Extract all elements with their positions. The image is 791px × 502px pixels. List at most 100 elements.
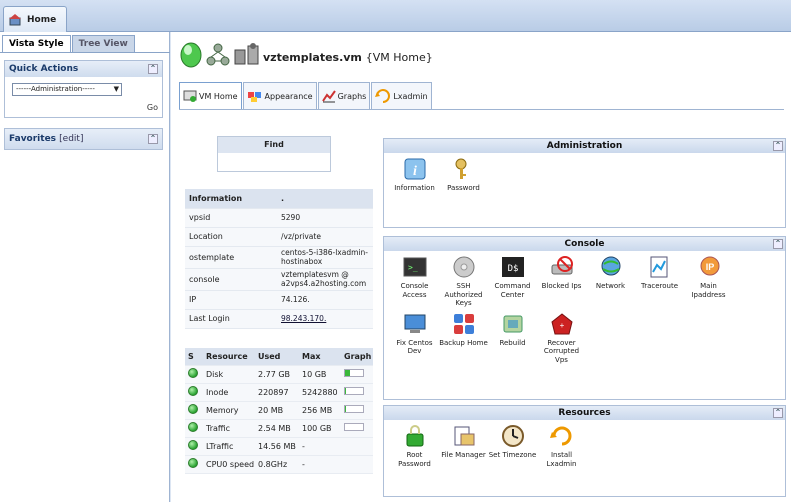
command-center-button[interactable]: D$ Command Center [488,255,537,308]
tab-tree-view[interactable]: Tree View [71,35,135,52]
ssh-authorized-keys-button[interactable]: SSH Authorized Keys [439,255,488,308]
resource-used: 0.8GHz [255,455,299,474]
install-lxadmin-button[interactable]: Install Lxadmin [537,424,586,468]
resource-graph [341,437,373,456]
usage-bar [344,423,364,431]
resource-max: - [299,455,341,474]
home-tab-label: Home [27,15,57,25]
backup-home-button[interactable]: Backup Home [439,312,488,365]
sidebar-tab-divider [0,52,170,53]
server-cluster-icon [234,43,259,65]
collapse-icon[interactable]: ⌃ [773,239,783,249]
resource-usage-table: S Resource Used Max Graph Disk 2.77 GB 10 … [185,348,373,474]
tab-label: Appearance [264,91,313,101]
console-items: >_ Console Access SSH Authorized Keys D$ Com… [384,251,785,372]
table-row: Memory 20 MB 256 MB [185,401,373,420]
item-label: Password [447,184,480,192]
network-icon [599,255,623,279]
tab-graphs[interactable]: Graphs [317,82,371,109]
main-ipaddress-button[interactable]: IP Main Ipaddress [684,255,733,308]
collapse-icon[interactable]: ⌃ [773,408,783,418]
table-row: Location/vz/private [185,227,373,247]
favorites-header: Favorites [edit] ⌃ [5,129,162,149]
table-header-row: Information . [185,189,373,209]
go-button[interactable]: Go [147,103,158,112]
item-label: Information [394,184,435,192]
quick-actions-box: Quick Actions ⌃ ------Administration----… [4,60,163,118]
fix-centos-dev-button[interactable]: Fix Centos Dev [390,312,439,365]
information-button[interactable]: i Information [390,157,439,193]
rebuild-button[interactable]: Rebuild [488,312,537,365]
root-password-button[interactable]: Root Password [390,424,439,468]
resource-name: Inode [203,383,255,402]
set-timezone-button[interactable]: Set Timezone [488,424,537,468]
status-ok-icon [188,404,198,414]
resource-max: 10 GB [299,365,341,384]
status-cell [185,401,203,420]
rebuild-icon [501,312,525,336]
graphs-icon [321,90,336,103]
page-title: vztemplates.vm {VM Home} [263,51,433,64]
resource-graph [341,401,373,420]
status-cell [185,455,203,474]
find-input[interactable] [218,153,330,171]
usage-bar [344,405,364,413]
set-timezone-icon [501,424,525,448]
console-panel: Console ⌃ >_ Console Access SSH Authorized… [383,236,786,400]
table-row: Last Login 98.243.170. [185,309,373,329]
status-ok-icon [188,422,198,432]
info-label: vpsid [185,208,277,228]
network-button[interactable]: Network [586,255,635,308]
file-manager-button[interactable]: File Manager [439,424,488,468]
favorites-box: Favorites [edit] ⌃ [4,128,163,150]
file-manager-icon [452,424,476,448]
tab-label: Graphs [337,91,367,101]
console-access-button[interactable]: >_ Console Access [390,255,439,308]
table-row: Inode 220897 5242880 [185,383,373,402]
root-password-icon [403,424,427,448]
tab-lxadmin[interactable]: Lxadmin [371,82,432,109]
panel-header: Console ⌃ [384,237,785,251]
svg-text:IP: IP [705,262,714,272]
information-icon: i [403,157,427,181]
item-label: Fix Centos Dev [396,338,433,356]
resource-used: 20 MB [255,401,299,420]
item-label: Install Lxadmin [546,451,577,468]
resource-graph [341,455,373,474]
info-label: IP [185,290,277,310]
vm-home-icon [183,90,197,102]
collapse-icon[interactable]: ⌃ [148,134,158,144]
status-cell [185,383,203,402]
collapse-icon[interactable]: ⌃ [148,64,158,74]
appearance-icon [247,92,261,102]
main-ipaddress-icon: IP [697,255,721,279]
item-label: Traceroute [640,282,679,290]
tab-appearance[interactable]: Appearance [242,82,317,109]
resource-used: 2.54 MB [255,419,299,438]
top-bar: Home [0,0,791,33]
info-value: vztemplatesvm @ a2vps4.a2hosting.com [277,268,373,291]
table-row: Traffic 2.54 MB 100 GB [185,419,373,438]
table-header-cell: S [185,348,203,366]
recover-corrupted-vps-button[interactable]: + Recover Corrupted Vps [537,312,586,365]
password-icon [452,157,476,181]
tab-vista-style[interactable]: Vista Style [2,35,71,52]
password-button[interactable]: Password [439,157,488,193]
table-row: vpsid 5290 [185,208,373,228]
resource-name: Disk [203,365,255,384]
info-value: 5290 [277,208,373,228]
favorites-title: Favorites [9,134,57,144]
resource-name: CPU0 speed [203,455,255,474]
tab-vm-home[interactable]: VM Home [179,82,242,109]
table-header-cell: . [277,189,373,209]
blocked-ips-button[interactable]: Blocked Ips [537,255,586,308]
quick-actions-select[interactable]: ------Administration----- ▼ [12,83,122,96]
last-login-link[interactable]: 98.243.170. [277,309,373,329]
status-on-icon [180,42,202,68]
traceroute-button[interactable]: Traceroute [635,255,684,308]
tab-label: Lxadmin [393,91,428,101]
home-tab[interactable]: Home [3,6,67,33]
status-cell [185,437,203,456]
favorites-edit-link[interactable]: [edit] [59,134,83,144]
collapse-icon[interactable]: ⌃ [773,141,783,151]
